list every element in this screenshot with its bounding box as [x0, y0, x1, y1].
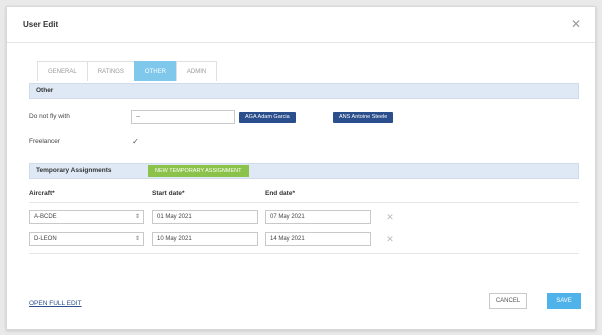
- aircraft-select-2[interactable]: D-LEON ⇕: [29, 232, 144, 246]
- tab-admin[interactable]: ADMIN: [175, 61, 218, 81]
- other-section-bar: Other: [29, 83, 579, 99]
- aircraft-value-2: D-LEON: [34, 236, 57, 242]
- do-not-fly-input[interactable]: --: [131, 110, 235, 124]
- column-aircraft: Aircraft*: [29, 190, 55, 197]
- new-temporary-assignment-button[interactable]: NEW TEMPORARY ASSIGNMENT: [148, 165, 249, 177]
- start-date-input-2[interactable]: 10 May 2021: [152, 232, 258, 246]
- save-button[interactable]: SAVE: [547, 293, 581, 309]
- start-date-input-1[interactable]: 01 May 2021: [152, 210, 258, 224]
- select-arrow-icon: ⇕: [134, 236, 140, 242]
- tabs: GENERAL RATINGS OTHER ADMIN: [37, 61, 218, 81]
- header-divider: [29, 202, 579, 203]
- remove-row-icon[interactable]: ✕: [385, 212, 395, 222]
- column-start-date: Start date*: [152, 190, 185, 197]
- temporary-section-bar: Temporary Assignments NEW TEMPORARY ASSI…: [29, 163, 579, 179]
- do-not-fly-tag-aga[interactable]: AGA Adam Garcia: [239, 112, 296, 123]
- tab-general[interactable]: GENERAL: [37, 61, 88, 81]
- modal-header: User Edit ✕: [7, 7, 595, 43]
- end-date-input-2[interactable]: 14 May 2021: [265, 232, 371, 246]
- column-end-date: End date*: [265, 190, 295, 197]
- modal-title: User Edit: [23, 20, 59, 29]
- other-section-title: Other: [36, 87, 54, 94]
- tab-other[interactable]: OTHER: [133, 61, 177, 81]
- cancel-button[interactable]: CANCEL: [489, 293, 527, 309]
- freelancer-label: Freelancer: [29, 138, 61, 145]
- select-arrow-icon: ⇕: [134, 214, 140, 220]
- table-bottom-divider: [29, 253, 579, 254]
- tab-ratings[interactable]: RATINGS: [86, 61, 135, 81]
- freelancer-checkbox[interactable]: ✓: [131, 137, 140, 146]
- do-not-fly-tag-ans[interactable]: ANS Antoine Steele: [333, 112, 394, 123]
- end-date-input-1[interactable]: 07 May 2021: [265, 210, 371, 224]
- user-edit-modal: User Edit ✕ GENERAL RATINGS OTHER ADMIN …: [6, 6, 596, 330]
- close-icon[interactable]: ✕: [569, 17, 583, 31]
- open-full-edit-link[interactable]: OPEN FULL EDIT: [29, 300, 82, 307]
- temporary-section-title: Temporary Assignments: [36, 167, 112, 174]
- aircraft-select-1[interactable]: A-BCDE ⇕: [29, 210, 144, 224]
- do-not-fly-label: Do not fly with: [29, 113, 70, 120]
- aircraft-value-1: A-BCDE: [34, 214, 57, 220]
- remove-row-icon[interactable]: ✕: [385, 234, 395, 244]
